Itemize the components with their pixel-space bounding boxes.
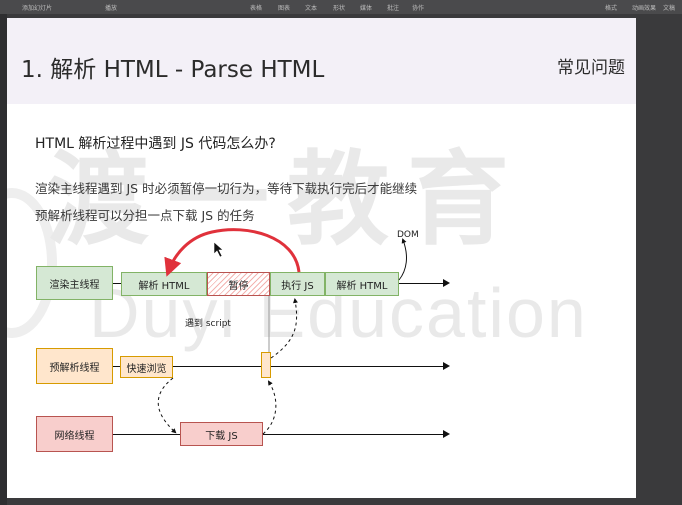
handoff-arrow-icon	[270, 298, 298, 359]
resume-arrow-icon	[164, 228, 301, 277]
left-panel	[0, 14, 7, 505]
toolbar-text[interactable]: 文本	[305, 3, 317, 12]
toolbar-format[interactable]: 格式	[605, 3, 617, 12]
prefetch-arrow-icon	[157, 377, 177, 434]
toolbar-collab[interactable]: 协作	[412, 3, 424, 12]
downloaded-arrow-icon	[262, 380, 277, 435]
toolbar-document[interactable]: 文稿	[663, 3, 675, 12]
toolbar-shape[interactable]: 形状	[333, 3, 345, 12]
dom-output-arrow-icon	[398, 238, 407, 281]
toolbar-chart[interactable]: 图表	[278, 3, 290, 12]
toolbar-play[interactable]: 播放	[105, 3, 117, 12]
cursor-icon	[213, 241, 224, 258]
slide-canvas[interactable]: 1. 解析 HTML - Parse HTML 常见问题 渡一教育 Duyi E…	[7, 18, 636, 498]
toolbar-media[interactable]: 媒体	[360, 3, 372, 12]
app-toolbar: 添加幻灯片 播放 表格 图表 文本 形状 媒体 批注 协作 格式 动画效果 文稿	[0, 0, 682, 14]
toolbar-add-slide[interactable]: 添加幻灯片	[22, 3, 52, 12]
toolbar-table[interactable]: 表格	[250, 3, 262, 12]
diagram-connectors	[157, 228, 407, 435]
toolbar-animate[interactable]: 动画效果	[632, 3, 656, 12]
right-panel	[636, 14, 682, 505]
toolbar-comment[interactable]: 批注	[387, 3, 399, 12]
